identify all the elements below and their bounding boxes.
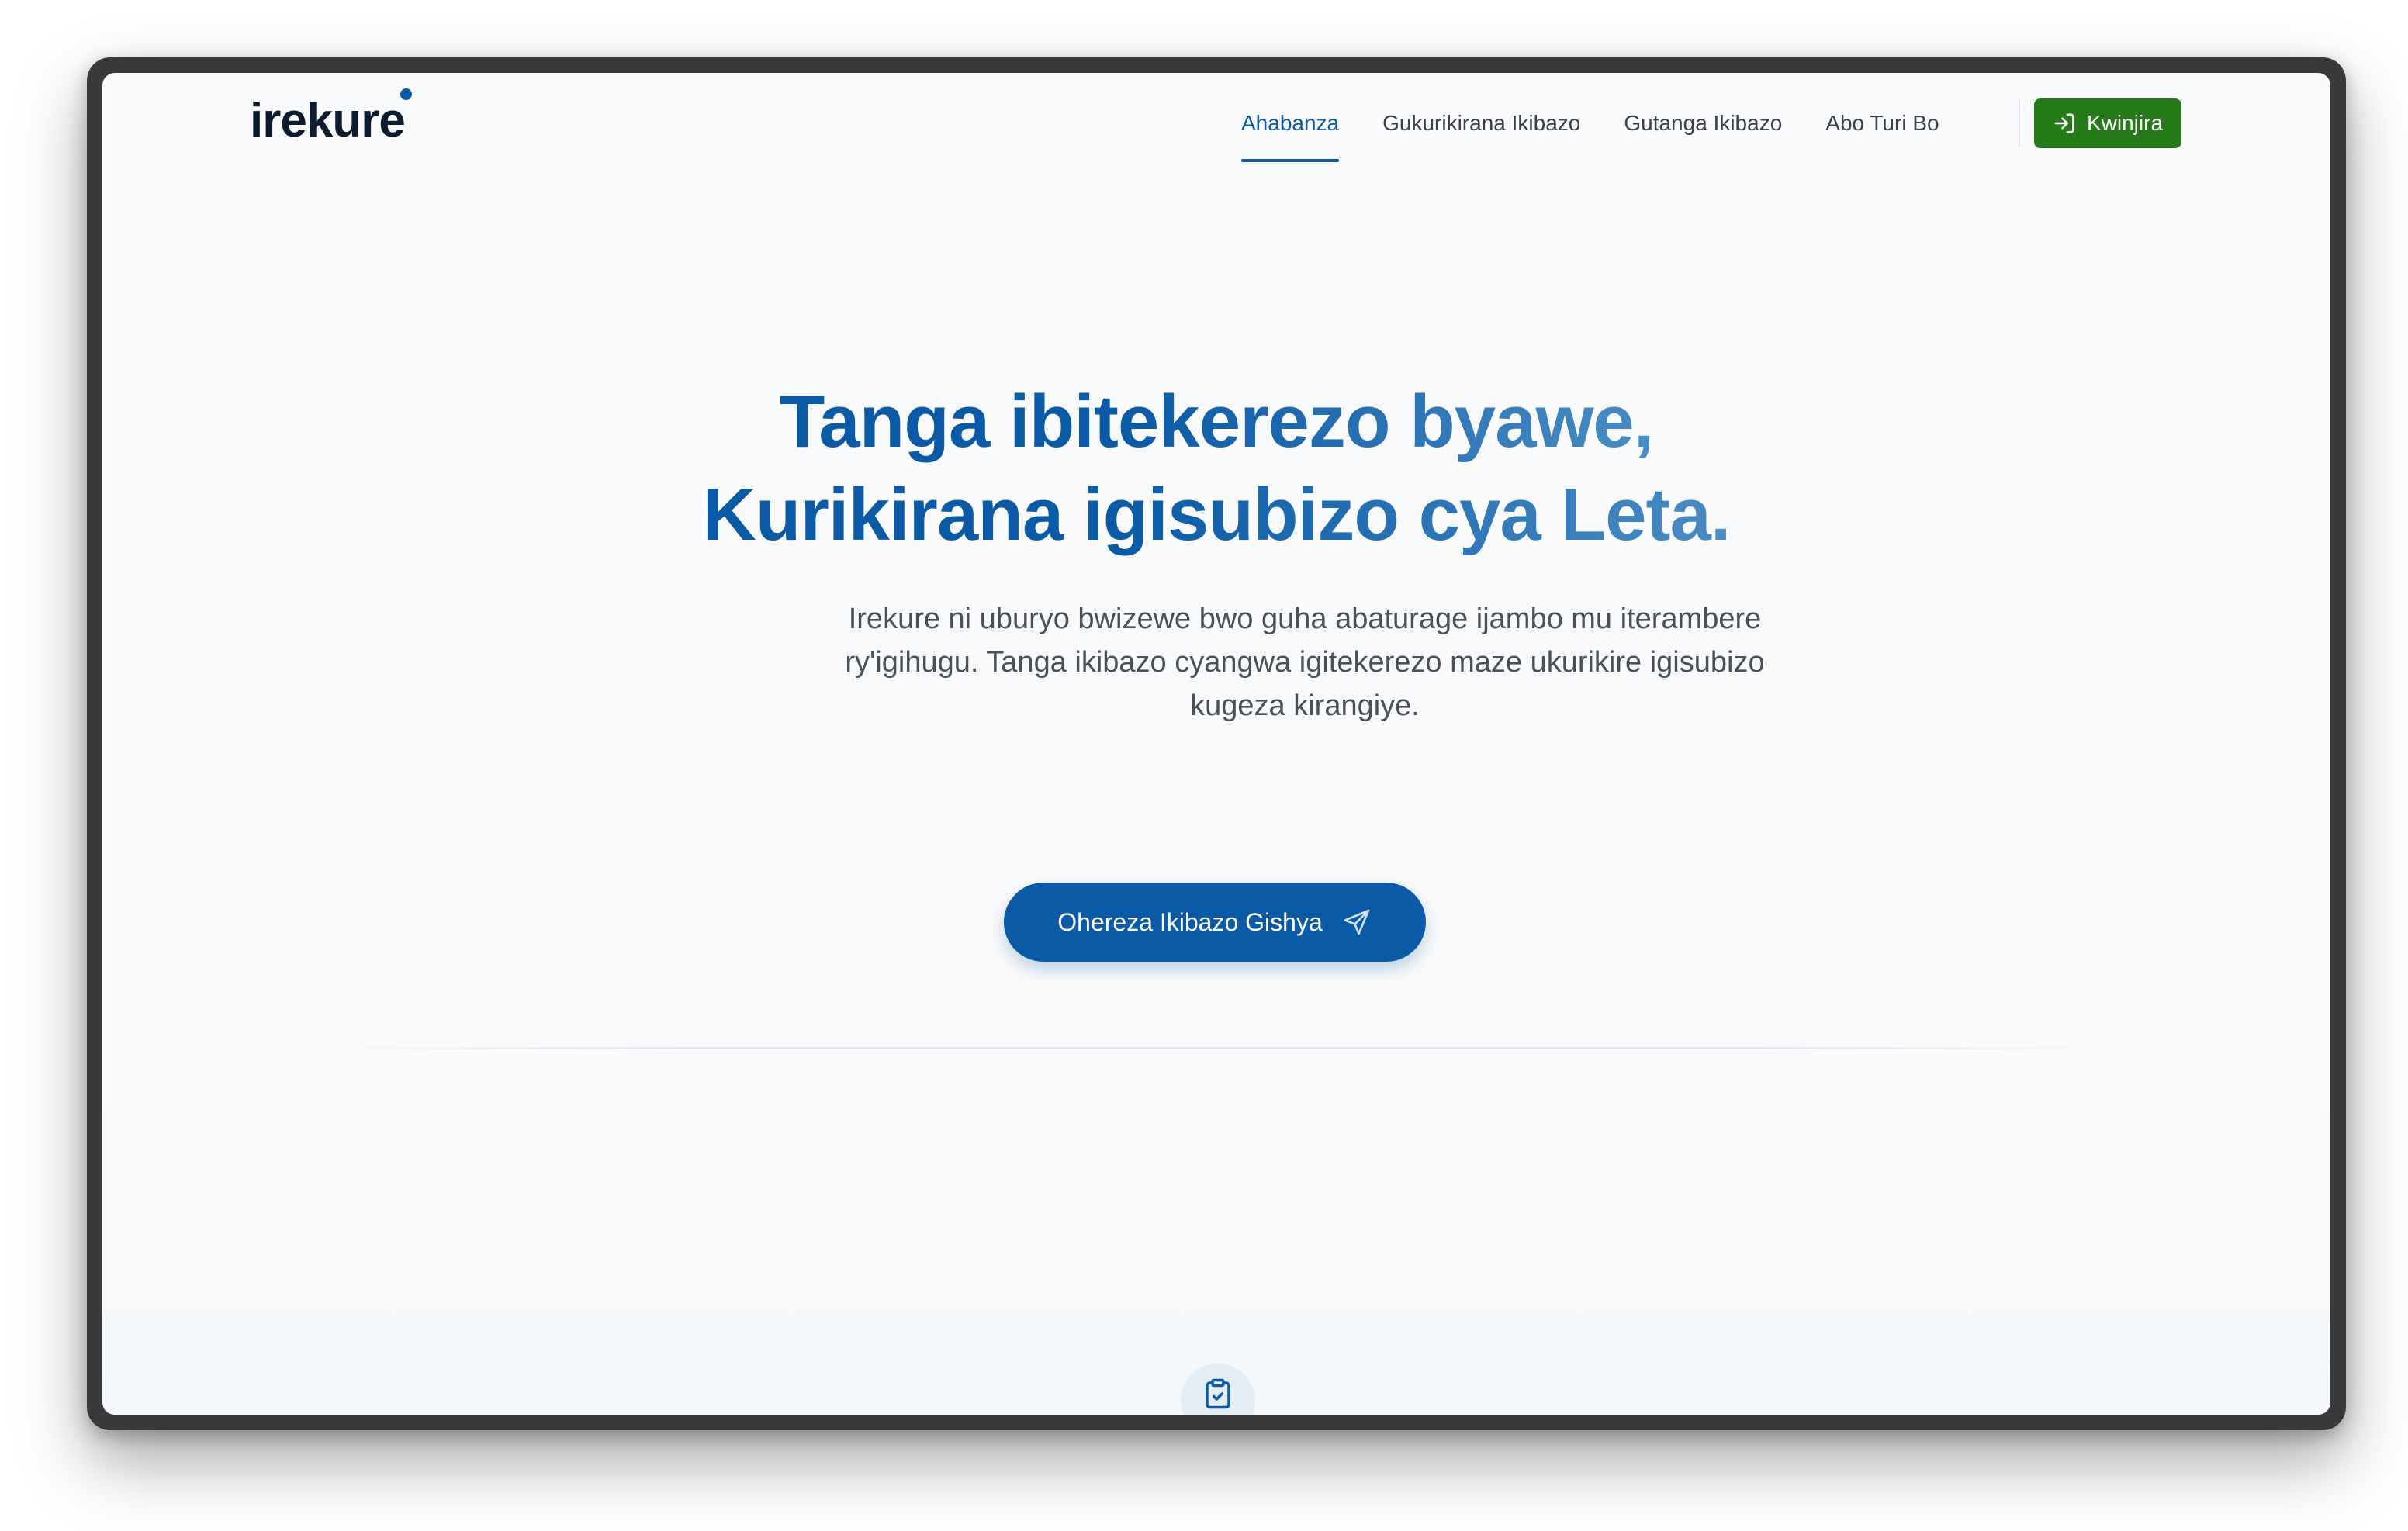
- logo-dot: [400, 88, 412, 100]
- send-icon: [1344, 909, 1370, 935]
- nav-link-gutanga-ikibazo[interactable]: Gutanga Ikibazo: [1624, 105, 1782, 142]
- nav-link-ahabanza[interactable]: Ahabanza: [1241, 105, 1340, 162]
- nav-link-abo-turi-bo[interactable]: Abo Turi Bo: [1825, 105, 1939, 142]
- features-section: [102, 1049, 2330, 1415]
- brand-logo[interactable]: irekure: [250, 93, 406, 148]
- hero-title-line-2: Kurikirana igisubizo cya Leta.: [702, 473, 1731, 556]
- login-icon: [2054, 113, 2074, 133]
- nav-link-gukurikirana-ikibazo[interactable]: Gukurikirana Ikibazo: [1382, 105, 1580, 142]
- submit-issue-label: Ohereza Ikibazo Gishya: [1057, 907, 1323, 936]
- submit-issue-button[interactable]: Ohereza Ikibazo Gishya: [1004, 883, 1426, 962]
- top-navbar: irekure Ahabanza Gukurikirana Ikibazo Gu…: [102, 73, 2330, 174]
- hero-subtitle: Irekure ni uburyo bwizewe bwo guha abatu…: [845, 603, 1765, 722]
- browser-viewport: irekure Ahabanza Gukurikirana Ikibazo Gu…: [102, 73, 2330, 1415]
- hero-title: Tanga ibitekerezo byawe, Kurikirana igis…: [102, 375, 2330, 562]
- clipboard-check-icon: [1206, 1378, 1230, 1409]
- main-nav: Ahabanza Gukurikirana Ikibazo Gutanga Ik…: [1241, 73, 1939, 174]
- nav-separator: [2019, 99, 2020, 147]
- section-divider: [320, 1047, 2113, 1049]
- hero-title-line-1: Tanga ibitekerezo byawe,: [779, 380, 1655, 463]
- device-frame: irekure Ahabanza Gukurikirana Ikibazo Gu…: [87, 57, 2346, 1430]
- login-button[interactable]: Kwinjira: [2034, 98, 2181, 148]
- login-button-label: Kwinjira: [2086, 111, 2164, 135]
